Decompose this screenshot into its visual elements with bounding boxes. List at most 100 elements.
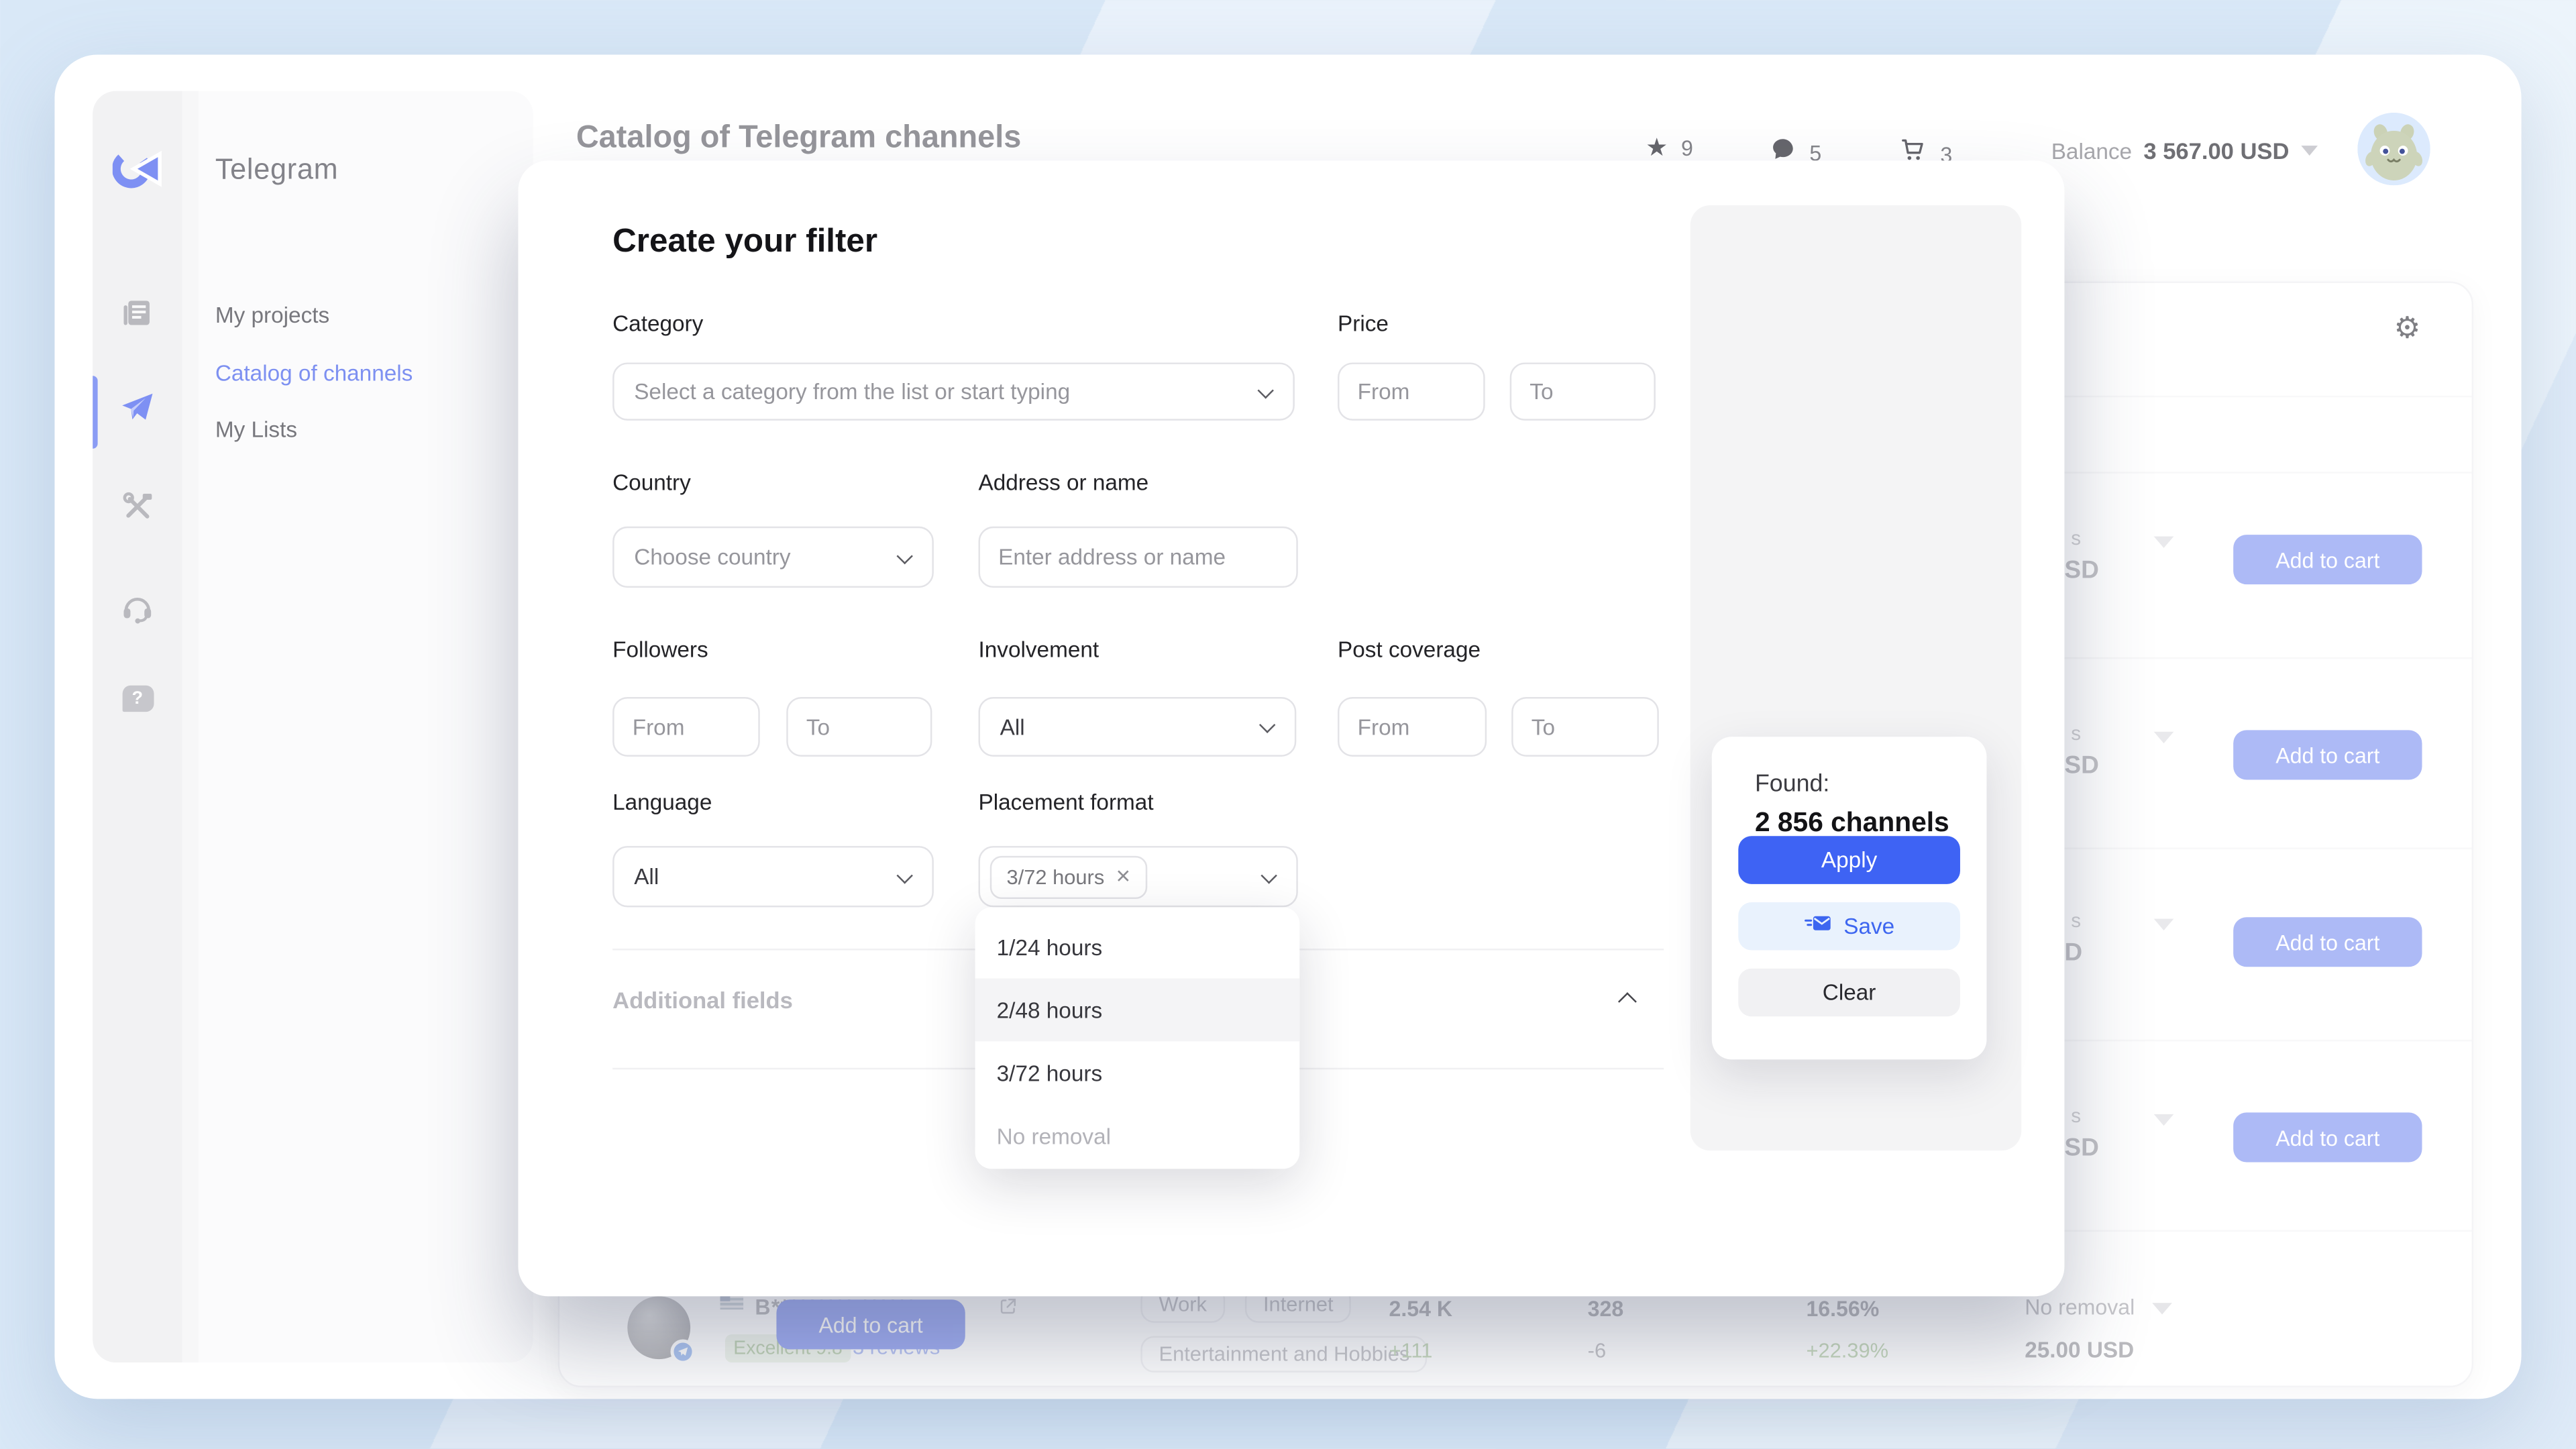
- placement-format-select[interactable]: 3/72 hours ×: [979, 846, 1298, 907]
- dropdown-option[interactable]: 3/72 hours: [975, 1041, 1300, 1104]
- address-input[interactable]: [979, 527, 1298, 588]
- my-projects-icon[interactable]: [93, 294, 182, 331]
- dropdown-option[interactable]: No removal: [975, 1104, 1300, 1167]
- chevron-down-icon: [896, 867, 912, 883]
- row-price-fragment: SD: [2064, 556, 2098, 584]
- add-to-cart-button[interactable]: Add to cart: [776, 1299, 965, 1349]
- support-headset-icon[interactable]: [93, 590, 182, 626]
- row-format-fragment: s: [2071, 1104, 2081, 1128]
- category-tag[interactable]: Entertainment and Hobbies: [1140, 1336, 1428, 1373]
- row-price-fragment: SD: [2064, 751, 2098, 780]
- row-price-fragment: D: [2064, 938, 2082, 967]
- telegram-badge-icon: [670, 1340, 695, 1364]
- involvement-select[interactable]: All: [979, 697, 1297, 757]
- external-link-icon[interactable]: [998, 1295, 1018, 1324]
- envelope-icon: [1804, 912, 1832, 941]
- sidebar-item-catalog-of-channels[interactable]: Catalog of channels: [215, 361, 413, 386]
- row-format-fragment: s: [2071, 909, 2081, 932]
- help-chat-icon[interactable]: ?: [93, 686, 182, 712]
- table-row: s SD Add to cart: [2017, 722, 2430, 788]
- followers-change: +111: [1389, 1340, 1433, 1363]
- balance-caret-icon: [2301, 146, 2318, 156]
- followers-to-input[interactable]: [786, 697, 932, 757]
- balance-widget[interactable]: Balance 3 567.00 USD: [2051, 138, 2318, 164]
- table-row: s D Add to cart: [2017, 909, 2430, 975]
- chevron-up-icon[interactable]: [1618, 992, 1637, 1011]
- address-label: Address or name: [979, 470, 1149, 495]
- price-value: 25.00 USD: [2025, 1338, 2134, 1362]
- clear-button[interactable]: Clear: [1738, 969, 1960, 1017]
- coverage-value: 328: [1588, 1296, 1624, 1321]
- apply-button[interactable]: Apply: [1738, 836, 1960, 884]
- add-to-cart-button[interactable]: Add to cart: [2233, 535, 2422, 584]
- language-value: All: [634, 864, 659, 889]
- post-coverage-label: Post coverage: [1338, 637, 1481, 662]
- catalog-paper-plane-icon[interactable]: [93, 389, 182, 425]
- country-placeholder: Choose country: [634, 545, 790, 570]
- category-label: Category: [612, 311, 703, 336]
- table-row: s SD Add to cart: [2017, 1104, 2430, 1171]
- involvement-label: Involvement: [979, 637, 1099, 662]
- found-value: 2 856 channels: [1755, 808, 1949, 839]
- chip-remove-icon[interactable]: ×: [1116, 864, 1131, 889]
- post-coverage-from-input[interactable]: [1338, 697, 1487, 757]
- sidebar-item-my-projects[interactable]: My projects: [215, 303, 329, 328]
- favorites-counter[interactable]: ★ 9: [1646, 136, 1693, 160]
- add-to-cart-button[interactable]: Add to cart: [2233, 730, 2422, 780]
- favorites-count: 9: [1681, 136, 1693, 160]
- price-label: Price: [1338, 311, 1389, 336]
- modal-title: Create your filter: [612, 223, 877, 262]
- chevron-down-icon: [1260, 867, 1277, 883]
- followers-from-input[interactable]: [612, 697, 760, 757]
- tools-icon[interactable]: [93, 488, 182, 525]
- er-change: +22.39%: [1806, 1340, 1888, 1363]
- format-caret-icon[interactable]: [2152, 1303, 2172, 1314]
- balance-value: 3 567.00 USD: [2143, 138, 2289, 164]
- language-label: Language: [612, 790, 712, 814]
- format-caret-icon[interactable]: [2154, 537, 2174, 548]
- placement-chip-label: 3/72 hours: [1006, 865, 1104, 888]
- country-select[interactable]: Choose country: [612, 527, 934, 588]
- placement-format-value[interactable]: No removal: [2025, 1295, 2135, 1320]
- country-label: Country: [612, 470, 691, 495]
- app-logo-icon: [93, 146, 182, 192]
- table-settings-gear-icon[interactable]: ⚙: [2394, 313, 2421, 342]
- category-select[interactable]: Select a category from the list or start…: [612, 362, 1295, 420]
- sidebar-icon-rail: ?: [93, 91, 182, 1362]
- chevron-down-icon: [1257, 382, 1273, 398]
- chevron-down-icon: [1259, 717, 1275, 733]
- row-format-fragment: s: [2071, 722, 2081, 745]
- add-to-cart-button[interactable]: Add to cart: [2233, 1112, 2422, 1162]
- price-from-input[interactable]: [1338, 362, 1485, 420]
- involvement-value: All: [1000, 714, 1025, 739]
- followers-label: Followers: [612, 637, 708, 662]
- channel-avatar: [627, 1296, 690, 1359]
- found-label: Found:: [1755, 771, 1829, 798]
- chevron-down-icon: [896, 547, 912, 564]
- er-value: 16.56%: [1806, 1296, 1879, 1321]
- user-avatar[interactable]: [2357, 113, 2430, 186]
- save-button[interactable]: Save: [1738, 902, 1960, 951]
- add-to-cart-button[interactable]: Add to cart: [2233, 917, 2422, 967]
- save-button-label: Save: [1843, 914, 1894, 938]
- star-icon: ★: [1646, 136, 1668, 160]
- format-caret-icon[interactable]: [2154, 732, 2174, 743]
- page-title: Catalog of Telegram channels: [576, 121, 1022, 157]
- dropdown-option[interactable]: 1/24 hours: [975, 916, 1300, 979]
- sidebar-item-my-lists[interactable]: My Lists: [215, 417, 297, 442]
- brand-title: Telegram: [215, 152, 339, 187]
- followers-value: 2.54 K: [1389, 1296, 1453, 1321]
- balance-label: Balance: [2051, 138, 2132, 163]
- page-backdrop: ? Telegram My projects Catalog of channe…: [0, 0, 2576, 1449]
- dropdown-option[interactable]: 2/48 hours: [975, 979, 1300, 1042]
- create-filter-modal: Create your filter Category Select a cat…: [518, 160, 2064, 1296]
- format-caret-icon[interactable]: [2154, 919, 2174, 930]
- post-coverage-to-input[interactable]: [1511, 697, 1659, 757]
- price-to-input[interactable]: [1510, 362, 1656, 420]
- language-select[interactable]: All: [612, 846, 934, 907]
- sidebar: ? Telegram My projects Catalog of channe…: [93, 91, 533, 1362]
- format-caret-icon[interactable]: [2154, 1114, 2174, 1126]
- table-row: s SD Add to cart: [2017, 527, 2430, 593]
- results-card: Found: 2 856 channels Apply Save Clear: [1712, 737, 1987, 1059]
- row-format-fragment: s: [2071, 527, 2081, 550]
